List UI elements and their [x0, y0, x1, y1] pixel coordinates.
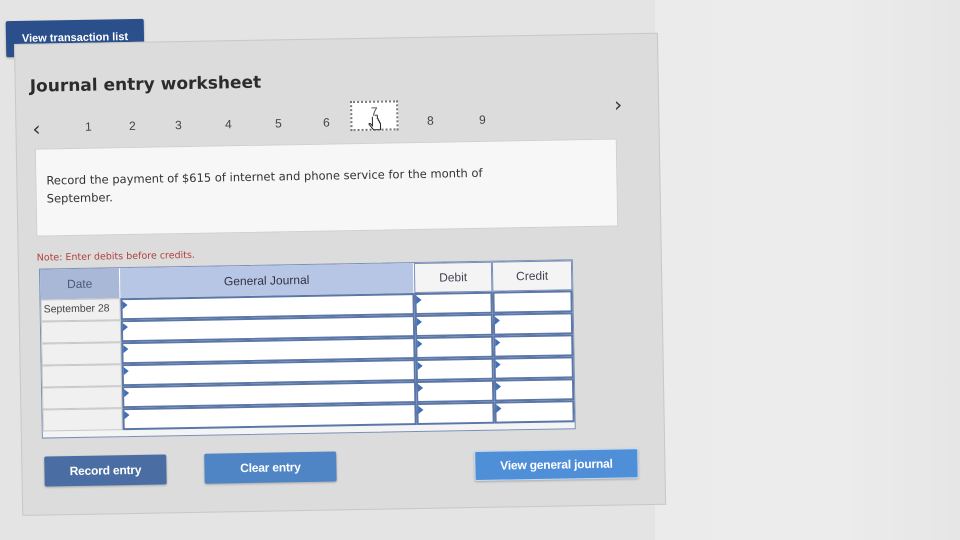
input-indicator-icon [495, 360, 501, 369]
record-entry-button[interactable]: Record entry [44, 454, 167, 487]
chevron-right-icon[interactable]: › [614, 92, 622, 116]
dropdown-indicator-icon [123, 367, 129, 376]
clear-entry-button[interactable]: Clear entry [204, 451, 337, 484]
view-general-journal-button[interactable]: View general journal [474, 448, 639, 482]
date-cell [40, 320, 122, 344]
input-indicator-icon [494, 316, 500, 325]
dropdown-indicator-icon [124, 411, 130, 420]
date-cell [41, 342, 122, 366]
credit-input[interactable] [492, 290, 573, 314]
input-indicator-icon [416, 317, 422, 327]
step-5[interactable]: 5 [268, 116, 288, 130]
dropdown-indicator-icon [124, 389, 130, 398]
dropdown-indicator-icon [122, 323, 129, 332]
step-3[interactable]: 3 [168, 118, 188, 132]
step-7-active[interactable]: 7 [350, 100, 399, 132]
journal-table: Date General Journal Debit Credit Septem… [38, 259, 576, 439]
credit-input[interactable] [492, 312, 574, 336]
worksheet-title: Journal entry worksheet [29, 72, 262, 97]
step-4[interactable]: 4 [218, 117, 238, 131]
step-6[interactable]: 6 [316, 115, 336, 130]
input-indicator-icon [495, 338, 501, 347]
step-9[interactable]: 9 [472, 113, 492, 127]
debit-input[interactable] [415, 357, 494, 382]
credit-input[interactable] [494, 400, 575, 424]
prompt-box: Record the payment of $615 of internet a… [34, 138, 619, 237]
worksheet-panel: Journal entry worksheet ‹ › 1 2 3 4 5 6 … [14, 32, 667, 516]
header-date: Date [39, 268, 121, 300]
background-right [655, 0, 960, 540]
input-indicator-icon [417, 383, 424, 392]
account-input[interactable] [122, 403, 417, 431]
credit-input[interactable] [493, 378, 575, 402]
date-cell [42, 386, 123, 410]
debit-input[interactable] [414, 291, 493, 316]
input-indicator-icon [495, 382, 502, 391]
input-indicator-icon [416, 295, 422, 305]
input-indicator-icon [417, 339, 423, 349]
header-debit: Debit [413, 261, 493, 294]
prompt-text: Record the payment of $615 of internet a… [46, 165, 483, 206]
header-credit: Credit [491, 260, 573, 292]
step-8[interactable]: 8 [420, 114, 440, 128]
debit-input[interactable] [415, 379, 495, 404]
input-indicator-icon [496, 404, 502, 413]
chevron-left-icon[interactable]: ‹ [32, 117, 40, 141]
date-cell [42, 408, 123, 432]
hand-pointer-icon [368, 114, 382, 131]
dropdown-indicator-icon [122, 301, 128, 310]
debit-input[interactable] [415, 335, 494, 360]
dropdown-indicator-icon [123, 345, 129, 354]
date-cell [41, 364, 122, 388]
input-indicator-icon [417, 361, 423, 371]
step-1[interactable]: 1 [78, 120, 98, 134]
debit-input[interactable] [414, 313, 494, 338]
note-text: Note: Enter debits before credits. [36, 249, 196, 264]
debit-input[interactable] [416, 401, 495, 426]
credit-input[interactable] [493, 356, 574, 380]
credit-input[interactable] [493, 334, 574, 358]
step-2[interactable]: 2 [122, 119, 142, 133]
input-indicator-icon [418, 405, 424, 414]
date-cell: September 28 [40, 298, 121, 322]
